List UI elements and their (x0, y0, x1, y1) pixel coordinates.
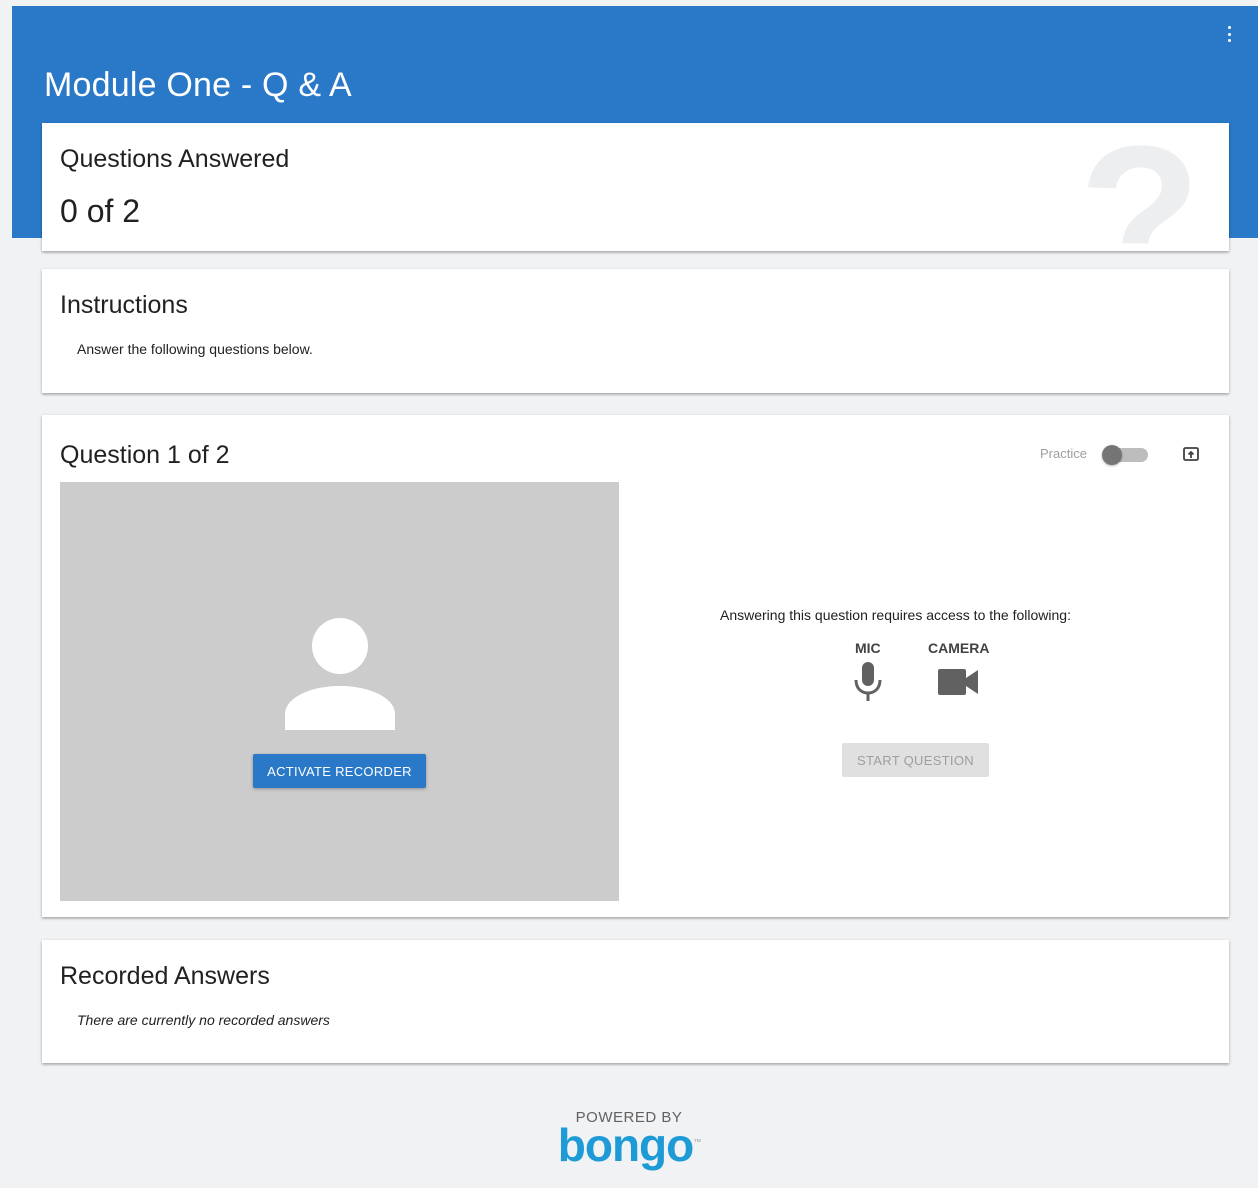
recorded-answers-card: Recorded Answers There are currently no … (42, 940, 1229, 1063)
no-answers-text: There are currently no recorded answers (77, 1012, 330, 1028)
mic-icon (854, 662, 882, 701)
questions-answered-title: Questions Answered (60, 145, 290, 173)
practice-label: Practice (1040, 446, 1087, 461)
questions-answered-card: Questions Answered 0 of 2 ? (42, 123, 1229, 251)
question-mark-icon: ? (1078, 123, 1201, 251)
page-title: Module One - Q & A (44, 66, 352, 104)
question-title: Question 1 of 2 (60, 441, 230, 469)
answered-count: 0 of 2 (60, 193, 141, 229)
recorder-preview: ACTIVATE RECORDER (60, 482, 619, 901)
trademark-mark: ™ (693, 1137, 701, 1147)
instructions-title: Instructions (60, 291, 188, 319)
camera-icon (938, 669, 978, 695)
more-options-icon[interactable] (1226, 26, 1232, 42)
requires-access-text: Answering this question requires access … (720, 607, 1071, 623)
start-question-button[interactable]: START QUESTION (842, 743, 989, 777)
camera-label: CAMERA (928, 640, 990, 656)
question-card: Question 1 of 2 Practice ACTIVATE RECORD… (42, 415, 1229, 917)
person-icon (285, 618, 395, 730)
bongo-logo: bongo™ (0, 1118, 1258, 1172)
toggle-thumb (1102, 445, 1122, 465)
instructions-text: Answer the following questions below. (77, 341, 313, 357)
recorded-answers-title: Recorded Answers (60, 962, 270, 990)
popout-icon[interactable] (1182, 445, 1200, 463)
practice-toggle[interactable] (1102, 445, 1148, 465)
mic-label: MIC (855, 640, 881, 656)
instructions-card: Instructions Answer the following questi… (42, 269, 1229, 393)
activate-recorder-button[interactable]: ACTIVATE RECORDER (253, 754, 426, 788)
brand-name: bongo (557, 1119, 694, 1171)
